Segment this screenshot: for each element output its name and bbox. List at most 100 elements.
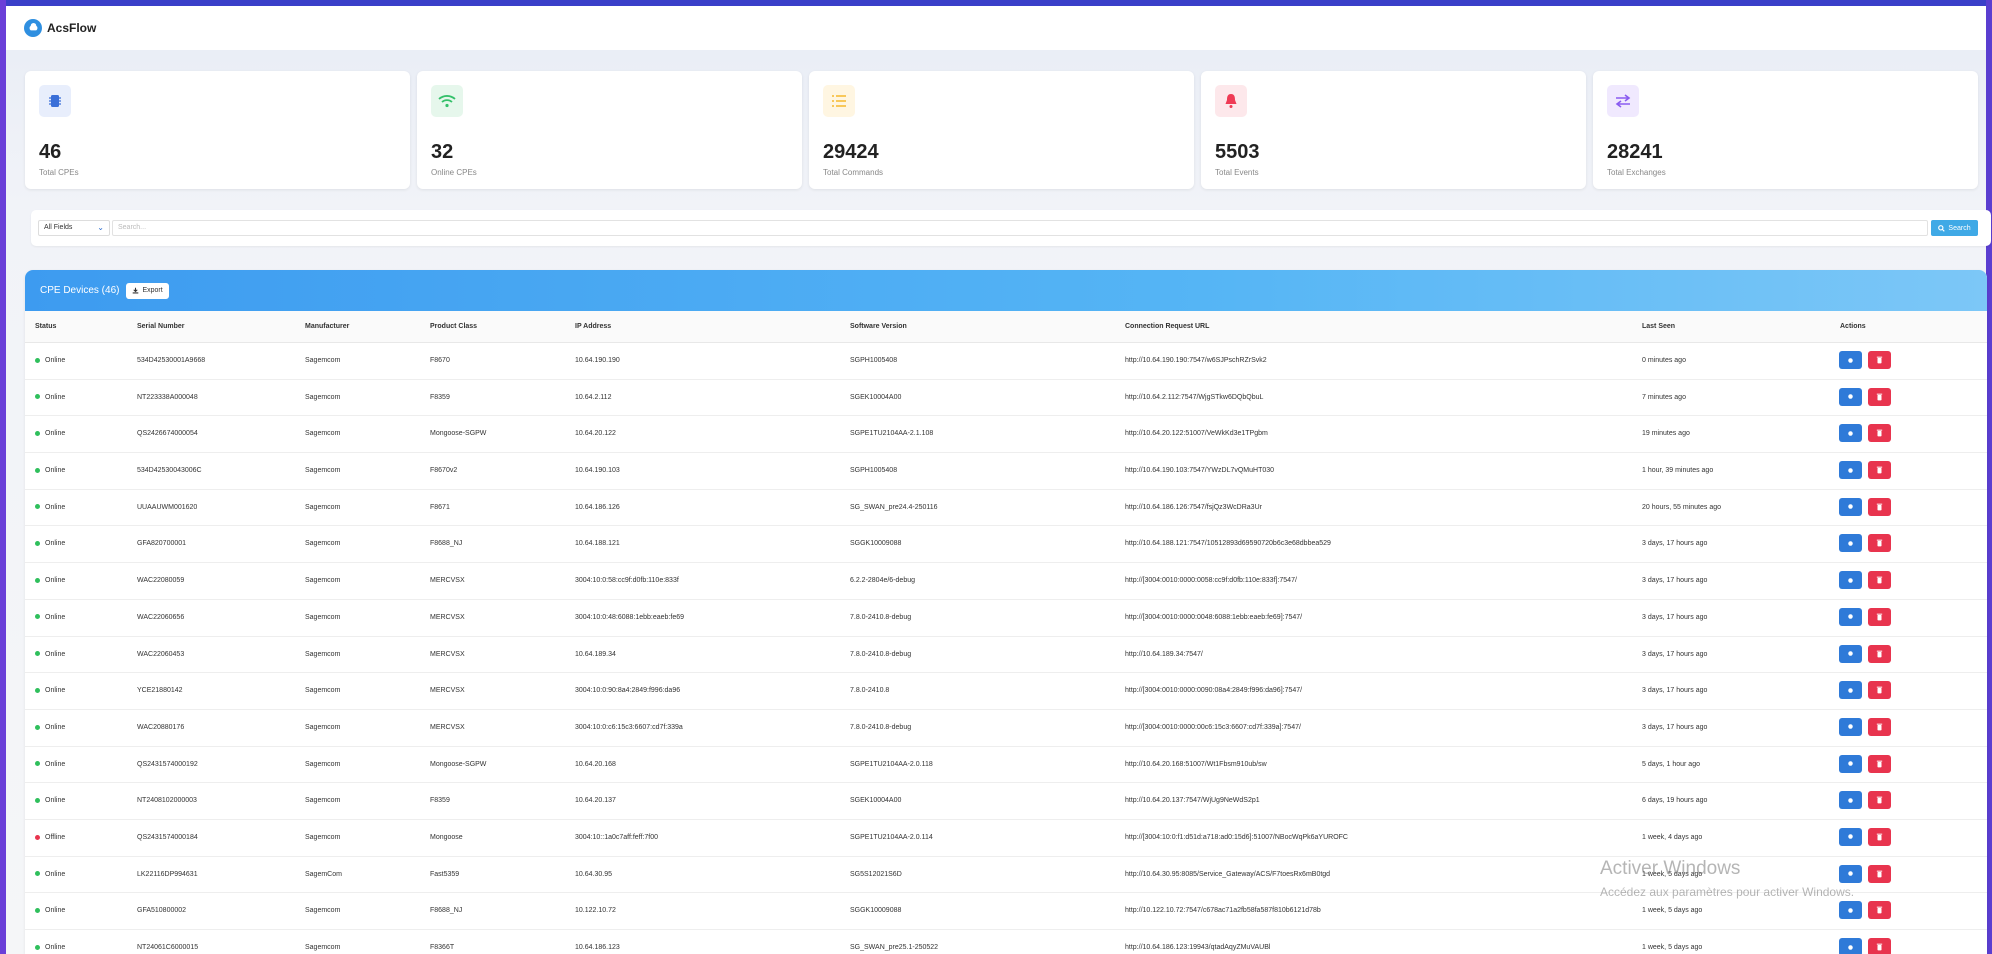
column-header[interactable]: Actions bbox=[1840, 323, 1866, 330]
product-cell: Mongoose-SGPW bbox=[430, 760, 487, 768]
status-cell: Online bbox=[35, 614, 65, 621]
column-header[interactable]: Software Version bbox=[850, 323, 907, 330]
software-cell: SGPH1005408 bbox=[850, 467, 898, 475]
eye-icon bbox=[1848, 614, 1853, 620]
status-cell: Online bbox=[35, 797, 65, 804]
delete-button[interactable] bbox=[1868, 681, 1891, 700]
column-header[interactable]: Serial Number bbox=[137, 323, 184, 330]
table-row[interactable]: Offline QS2431574000184 Sagemcom Mongoose 30… bbox=[25, 820, 1987, 857]
column-header[interactable]: Manufacturer bbox=[305, 323, 349, 330]
view-button[interactable] bbox=[1839, 534, 1862, 553]
view-button[interactable] bbox=[1839, 497, 1862, 516]
status-cell: Online bbox=[35, 761, 65, 768]
table-row[interactable]: Online NT2408102000003 Sagemcom F8359 10.64.… bbox=[25, 783, 1987, 820]
search-button[interactable]: Search bbox=[1931, 220, 1978, 236]
last-seen-cell: 3 days, 17 hours ago bbox=[1642, 540, 1708, 548]
view-button[interactable] bbox=[1839, 901, 1862, 920]
delete-button[interactable] bbox=[1868, 938, 1891, 954]
table-row[interactable]: Online QS2431574000192 Sagemcom Mongoose-SG… bbox=[25, 747, 1987, 784]
column-header[interactable]: IP Address bbox=[575, 323, 611, 330]
delete-button[interactable] bbox=[1868, 461, 1891, 480]
stat-value: 32 bbox=[431, 141, 454, 163]
view-button[interactable] bbox=[1839, 717, 1862, 736]
last-seen-cell: 3 days, 17 hours ago bbox=[1642, 650, 1708, 658]
table-row[interactable]: Online WAC22060453 Sagemcom MERCVSX 10.64.18… bbox=[25, 637, 1987, 674]
manufacturer-cell: Sagemcom bbox=[305, 797, 341, 805]
delete-button[interactable] bbox=[1868, 754, 1891, 773]
stat-label: Online CPEs bbox=[431, 168, 477, 177]
table-row[interactable]: Online WAC22080059 Sagemcom MERCVSX 3004:10:… bbox=[25, 563, 1987, 600]
serial-cell: NT223338A000048 bbox=[137, 393, 198, 401]
status-cell: Online bbox=[35, 871, 65, 878]
status-dot-icon bbox=[35, 797, 40, 803]
table-row[interactable]: Online 534D42530001A9668 Sagemcom F8670 10.6… bbox=[25, 343, 1987, 380]
delete-button[interactable] bbox=[1868, 864, 1891, 883]
eye-icon bbox=[1848, 467, 1853, 473]
view-button[interactable] bbox=[1839, 644, 1862, 663]
delete-button[interactable] bbox=[1868, 497, 1891, 516]
software-cell: SGPE1TU2104AA-2.0.114 bbox=[850, 833, 933, 841]
url-cell: http://10.64.20.168:51007/Wt1Fbsm910ub/s… bbox=[1125, 760, 1267, 768]
view-button[interactable] bbox=[1839, 571, 1862, 590]
view-button[interactable] bbox=[1839, 791, 1862, 810]
eye-icon bbox=[1848, 687, 1853, 693]
delete-button[interactable] bbox=[1868, 644, 1891, 663]
table-row[interactable]: Online YCE21880142 Sagemcom MERCVSX 3004:10:… bbox=[25, 673, 1987, 710]
status-dot-icon bbox=[35, 577, 40, 583]
status-cell: Online bbox=[35, 540, 65, 547]
view-button[interactable] bbox=[1839, 424, 1862, 443]
column-header[interactable]: Connection Request URL bbox=[1125, 323, 1209, 330]
delete-button[interactable] bbox=[1868, 791, 1891, 810]
delete-button[interactable] bbox=[1868, 571, 1891, 590]
delete-button[interactable] bbox=[1868, 717, 1891, 736]
activation-watermark-title: Activer Windows bbox=[1600, 858, 1741, 879]
serial-cell: LK22116DP994631 bbox=[137, 870, 198, 878]
search-input[interactable]: Search... bbox=[112, 220, 1928, 236]
app-name[interactable]: AcsFlow bbox=[47, 21, 96, 35]
ip-cell: 3004:10:0:48:6088:1ebb:eaeb:fe69 bbox=[575, 613, 684, 621]
delete-button[interactable] bbox=[1868, 424, 1891, 443]
table-row[interactable]: Online NT223338A000048 Sagemcom F8359 10.64.… bbox=[25, 380, 1987, 417]
view-button[interactable] bbox=[1839, 938, 1862, 954]
view-button[interactable] bbox=[1839, 387, 1862, 406]
export-button[interactable]: Export bbox=[126, 282, 169, 299]
last-seen-cell: 1 hour, 39 minutes ago bbox=[1642, 467, 1714, 475]
view-button[interactable] bbox=[1839, 351, 1862, 369]
view-button[interactable] bbox=[1839, 607, 1862, 626]
table-row[interactable]: Online WAC20880176 Sagemcom MERCVSX 3004:10:… bbox=[25, 710, 1987, 747]
devices-table-card: CPE Devices (46) Export Status Serial Num… bbox=[25, 270, 1987, 954]
last-seen-cell: 3 days, 17 hours ago bbox=[1642, 723, 1708, 731]
status-dot-icon bbox=[35, 614, 40, 620]
table-row[interactable]: Online QS2426674000054 Sagemcom Mongoose-SG… bbox=[25, 416, 1987, 454]
product-cell: F8359 bbox=[430, 393, 450, 401]
software-cell: SGGK10009088 bbox=[850, 907, 902, 915]
view-button[interactable] bbox=[1839, 681, 1862, 700]
column-header[interactable]: Last Seen bbox=[1642, 323, 1675, 330]
table-row[interactable]: Online 534D42530043006C Sagemcom F8670v2 10.… bbox=[25, 453, 1987, 490]
stat-value: 5503 bbox=[1215, 141, 1260, 163]
delete-button[interactable] bbox=[1868, 351, 1891, 369]
table-row[interactable]: Online UUAAUWM001620 Sagemcom F8671 10.64.18… bbox=[25, 490, 1987, 527]
column-header[interactable]: Product Class bbox=[430, 323, 477, 330]
table-row[interactable]: Online GFA820700001 Sagemcom F8688_NJ 10.64.… bbox=[25, 526, 1987, 564]
ip-cell: 10.64.20.168 bbox=[575, 760, 616, 768]
delete-button[interactable] bbox=[1868, 607, 1891, 626]
serial-cell: 534D42530001A9668 bbox=[137, 357, 206, 364]
view-button[interactable] bbox=[1839, 827, 1862, 846]
column-header[interactable]: Status bbox=[35, 323, 56, 330]
view-button[interactable] bbox=[1839, 461, 1862, 480]
delete-button[interactable] bbox=[1868, 387, 1891, 406]
table-row[interactable]: Online WAC22060656 Sagemcom MERCVSX 3004:10:… bbox=[25, 600, 1987, 637]
view-button[interactable] bbox=[1839, 754, 1862, 773]
product-cell: Fast5359 bbox=[430, 870, 460, 878]
stat-card: 29424 Total Commands bbox=[809, 71, 1194, 189]
field-select[interactable]: All Fields ⌄ bbox=[38, 220, 110, 236]
eye-icon bbox=[1848, 651, 1853, 656]
delete-button[interactable] bbox=[1868, 827, 1891, 846]
delete-button[interactable] bbox=[1868, 534, 1891, 553]
view-button[interactable] bbox=[1839, 864, 1862, 883]
delete-button[interactable] bbox=[1868, 901, 1891, 920]
manufacturer-cell: Sagemcom bbox=[305, 503, 341, 511]
table-row[interactable]: Online NT24061C6000015 Sagemcom F8366T 10.64… bbox=[25, 930, 1987, 954]
eye-icon bbox=[1848, 394, 1853, 399]
